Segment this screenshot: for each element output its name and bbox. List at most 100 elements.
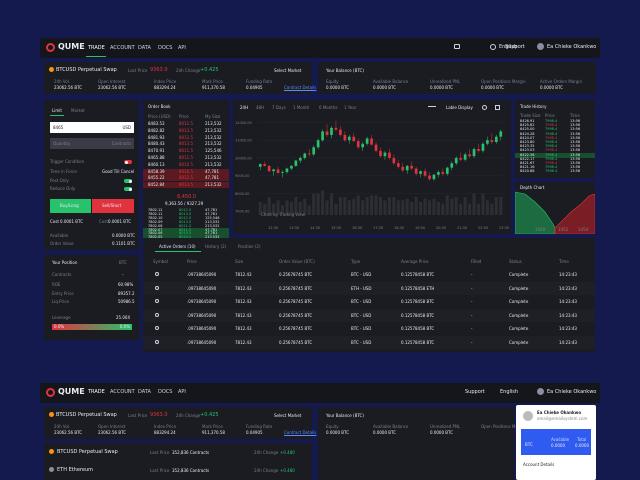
tab-history[interactable]: History (2) — [205, 245, 226, 249]
volume-bar — [387, 197, 391, 215]
volume-bar — [454, 197, 458, 215]
nav-account[interactable]: ACCOUNT — [110, 45, 135, 51]
language-select-label[interactable]: English — [499, 45, 517, 50]
candle-body — [486, 140, 489, 144]
candle-body — [339, 129, 342, 135]
volume-bar — [468, 203, 472, 215]
ask-price[interactable]: 8481.93 — [148, 135, 165, 140]
wallet-card[interactable]: BTC Available 0.0000 Total 0.0000 — [521, 429, 591, 455]
buy-button[interactable]: Buy/Long — [50, 199, 91, 213]
quantity-input[interactable]: Quantity Contracts — [50, 138, 134, 149]
table-cell: - — [471, 299, 473, 304]
ask-price[interactable]: 8482.82 — [148, 128, 165, 133]
table-cell: BTC - USD — [351, 312, 372, 318]
user-avatar[interactable] — [537, 43, 544, 50]
sell-button[interactable]: Sell/Short — [92, 199, 134, 213]
volume-bar — [436, 202, 440, 215]
select-market-button[interactable]: Select Market — [274, 69, 301, 73]
timeframe-tab[interactable]: 7 Days — [272, 106, 286, 110]
nav-trade-2[interactable]: TRADE — [88, 390, 105, 395]
timeframe-tab[interactable]: 6 Months — [319, 106, 337, 110]
candle-body — [285, 168, 289, 173]
x-tick-label: 17:30 — [373, 226, 383, 230]
account-details-link[interactable]: Account Details — [523, 463, 554, 467]
ask-price[interactable]: 8460.13 — [148, 162, 165, 167]
table-cell: 0.12578458 BTC — [401, 326, 435, 331]
brand-logo-icon[interactable] — [46, 43, 55, 52]
line-tool-icon[interactable] — [428, 106, 436, 109]
tab-limit[interactable]: Limit — [52, 109, 62, 113]
volume-bar — [494, 197, 498, 215]
ask-price[interactable]: 8458.39 — [148, 169, 165, 174]
trigger-toggle[interactable] — [124, 160, 132, 164]
candle-body — [356, 141, 360, 148]
ask-price[interactable]: 8470.91 — [148, 149, 165, 153]
tif-select[interactable]: Good Till Cancel — [102, 170, 134, 174]
position-panel: Your Position BTC Contracts - ROE 60.98%… — [44, 255, 139, 340]
user-name[interactable]: Ea Chieke Okankwo — [547, 45, 596, 50]
ask-price[interactable]: 8455.22 — [148, 176, 165, 180]
reduce-only-toggle[interactable] — [124, 187, 132, 191]
tab-position[interactable]: Position (2) — [238, 245, 261, 249]
nav-data[interactable]: DATA — [138, 45, 151, 51]
ask-size: 8012.5 — [179, 121, 193, 126]
candle-body — [379, 150, 382, 157]
volume-bar — [343, 197, 347, 215]
ask-price[interactable]: 8480.43 — [148, 142, 165, 146]
table-cell: 0.25678745 BTC — [279, 299, 313, 304]
timeframe-tab[interactable]: 48H — [256, 106, 264, 110]
ask-price[interactable]: 8483.53 — [148, 122, 165, 126]
volume-bar — [463, 197, 467, 215]
volume-bar — [414, 197, 418, 215]
globe-icon[interactable] — [490, 44, 496, 50]
ask-price[interactable]: 8452.84 — [148, 183, 165, 187]
contract-details-link[interactable]: Contract Details — [284, 86, 316, 90]
ticker-bar-2: BTCUSD Perpetual Swap Last Price 9363.0 … — [44, 407, 316, 439]
price-input[interactable]: 8465 USD — [50, 122, 134, 133]
timeframe-tab[interactable]: 1 Year — [344, 106, 356, 110]
candle-body — [294, 160, 298, 166]
label-display-select[interactable]: Lable Display — [446, 106, 473, 110]
candle-body — [307, 153, 311, 155]
table-cell: BTC - USD — [351, 299, 372, 304]
candle-body — [459, 157, 463, 160]
post-only-toggle[interactable] — [124, 179, 132, 183]
candle-body — [441, 172, 445, 174]
table-cell: 7812.43 — [235, 339, 252, 345]
volume-bar — [490, 203, 494, 215]
x-tick-label: 14:30 — [310, 226, 320, 230]
btc-coin-icon — [155, 326, 159, 330]
nav-docs[interactable]: DOCS — [158, 45, 172, 51]
btc-coin-icon — [155, 339, 159, 344]
x-tick-label: 20:30 — [436, 226, 446, 230]
user-avatar[interactable] — [537, 388, 544, 395]
market-row-btc[interactable]: BTCUSD Perpetual Swap — [57, 450, 118, 455]
tab-active-orders[interactable]: Active Orders (10) — [159, 245, 196, 249]
camera-icon[interactable] — [482, 105, 487, 110]
volume-bar — [445, 195, 449, 215]
ask-size: 8012.5 — [179, 175, 193, 181]
nav-trade[interactable]: TRADE — [88, 45, 105, 51]
ticker-name[interactable]: BTCUSD Perpetual Swap — [56, 68, 117, 73]
ask-price[interactable]: 8465.88 — [148, 156, 165, 160]
tab-market[interactable]: Market — [71, 109, 85, 113]
table-cell: BTC - USD — [351, 272, 372, 277]
table-cell: 14:23:43 — [559, 272, 577, 277]
popup-avatar — [523, 411, 533, 421]
volume-bar — [405, 198, 409, 215]
brand-logo-icon[interactable] — [46, 388, 55, 397]
nav-api[interactable]: API — [178, 45, 186, 51]
x-tick-label: 19:30 — [415, 226, 425, 230]
leverage-bar[interactable]: 0.0% 0.0% — [52, 324, 132, 330]
table-cell: 7812.43 — [235, 272, 252, 277]
volume-bar — [329, 193, 334, 215]
ask-my-size: 213,532 — [205, 161, 222, 167]
timeframe-tab[interactable]: 1 Month — [293, 106, 309, 110]
chat-icon[interactable] — [454, 44, 460, 49]
volume-bar — [347, 200, 351, 215]
market-row-eth[interactable]: ETH Ethereum — [57, 468, 93, 473]
x-tick-label: 16:30 — [352, 226, 362, 230]
brand-name[interactable]: QUME — [58, 43, 85, 51]
fullscreen-icon[interactable] — [495, 105, 500, 110]
timeframe-tab[interactable]: 24H — [240, 106, 248, 110]
